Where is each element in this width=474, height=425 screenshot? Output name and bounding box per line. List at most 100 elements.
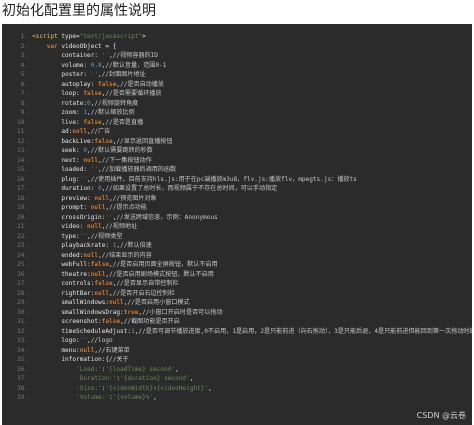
line-number: 14. — [16, 156, 28, 164]
code-line: 16. plug:'',//使用插件，目前支持hls.js:用于在pc端播放m3… — [2, 175, 472, 185]
code-line: 21. video: null,//视频地址 — [2, 222, 472, 232]
line-number: 20. — [16, 213, 28, 221]
page-title: 初始化配置里的属性说明 — [2, 3, 156, 19]
line-number: 19. — [16, 204, 28, 211]
line-number: 30. — [16, 308, 28, 316]
code-text: information:{//关于 — [32, 356, 129, 363]
code-text: poster: '',//封面图片地址 — [32, 71, 146, 78]
code-line: 9. zoom: 1,//默认缩放比例 — [2, 108, 472, 118]
code-text: container: '',//视频容器的ID — [32, 52, 158, 59]
line-number: 8. — [20, 99, 28, 107]
code-text: loaded: '',//加载播放器后调用的函数 — [32, 166, 177, 173]
line-number: 21. — [16, 223, 28, 230]
code-text: backLive:false,//显示返回直播按钮 — [32, 137, 173, 145]
code-text: prompt: null,//提示点功能 — [32, 204, 147, 211]
code-line: 7. loop: false,//是否需要循环播放 — [2, 89, 472, 99]
line-number: 18. — [16, 194, 28, 202]
line-number: 35. — [16, 356, 28, 363]
code-text: ad:null,//广告 — [32, 128, 111, 135]
code-line: 29. smallWindows:null,//是否启用小窗口模式 — [2, 298, 472, 308]
code-text: plug:'',//使用插件，目前支持hls.js:用于在pc端播放m3u8，f… — [32, 175, 357, 183]
line-number: 3. — [20, 52, 28, 59]
code-line: 19. prompt: null,//提示点功能 — [2, 203, 472, 213]
code-text: next: null,//下一集按钮动作 — [32, 156, 152, 164]
code-text: 'Volume:':'{volume}%', — [76, 394, 157, 401]
line-number: 13. — [16, 147, 28, 154]
line-number: 17. — [16, 185, 28, 192]
code-line: 27. controls:false,//是否显示自带控制栏 — [2, 279, 472, 289]
code-text: menu:null,//右键菜单 — [32, 346, 130, 354]
line-number: 31. — [16, 318, 28, 325]
line-number: 10. — [16, 118, 28, 126]
line-number: 34. — [16, 346, 28, 354]
line-number: 12. — [16, 137, 28, 145]
code-text: rightBar:null,//是否开启右边控制栏 — [32, 289, 175, 297]
code-line: 30. smallWindowsDrag:true,//小窗口开启时是否可以拖动 — [2, 308, 472, 318]
line-number: 29. — [16, 299, 28, 306]
code-text: rotate:0,//视频旋转角度 — [32, 99, 139, 107]
line-number: 16. — [16, 175, 28, 183]
line-number: 28. — [16, 289, 28, 297]
code-text: ended:null,//结束显示的内容 — [32, 251, 152, 259]
code-line: 6. autoplay: false,//是否自动播放 — [2, 80, 472, 90]
code-line: 26. theatre:null,//是否启用剧场模式按钮，默认不启用 — [2, 270, 472, 280]
line-number: 38. — [16, 384, 28, 392]
code-text: webFull:false,//是否启用页面全屏按钮，默认不启用 — [32, 261, 218, 268]
code-line: 4. volume: 0.8,//默认音量，范围0-1 — [2, 61, 472, 71]
code-text: live: false,//是否是直播 — [32, 118, 144, 126]
line-number: 2. — [20, 42, 28, 50]
line-number: 15. — [16, 166, 28, 173]
line-number: 11. — [16, 128, 28, 135]
line-number: 1. — [20, 33, 28, 40]
code-line: 35. information:{//关于 — [2, 355, 472, 365]
code-line: 37. 'Duration:':'{duration} second', — [2, 374, 472, 384]
code-text: 'Size:':'{videoWidth}x{videoHeight}', — [76, 384, 212, 392]
code-line: 22. type:'',//视频类型 — [2, 232, 472, 242]
code-line: 8. rotate:0,//视频旋转角度 — [2, 99, 472, 109]
code-line: 11. ad:null,//广告 — [2, 127, 472, 137]
code-text: 'Duration:':'{duration} second', — [76, 375, 194, 382]
code-text: duration: 0,//如果设置了总时长，而视频属于不存在总时间，可以手动指… — [32, 185, 278, 192]
line-number: 32. — [16, 327, 28, 335]
code-block: 1. <script type="text/javascript"> 2. var … — [2, 24, 472, 425]
code-line: 39. 'Volume:':'{volume}%', — [2, 393, 472, 403]
watermark: CSDN @云卷 — [416, 411, 466, 420]
code-line: 38. 'Size:':'{videoWidth}x{videoHeight}'… — [2, 384, 472, 394]
code-text: autoplay: false,//是否自动播放 — [32, 80, 164, 88]
code-line: 28. rightBar:null,//是否开启右边控制栏 — [2, 289, 472, 299]
line-number: 25. — [16, 261, 28, 268]
code-text: smallWindowsDrag:true,//小窗口开启时是否可以拖动 — [32, 308, 223, 316]
line-number: 39. — [16, 394, 28, 401]
code-line: 33. logo:'',//logo — [2, 336, 472, 346]
line-number: 27. — [16, 280, 28, 287]
code-line: 24. ended:null,//结束显示的内容 — [2, 251, 472, 261]
line-number: 23. — [16, 242, 28, 249]
code-line: 1. <script type="text/javascript"> — [2, 32, 472, 42]
code-text: smallWindows:null,//是否启用小窗口模式 — [32, 299, 190, 306]
line-number: 26. — [16, 270, 28, 278]
code-line: 23. playbackrate: 1,//默认倍速 — [2, 241, 472, 251]
code-text: type:'',//视频类型 — [32, 232, 123, 240]
code-line: 14. next: null,//下一集按钮动作 — [2, 156, 472, 166]
code-line: 13. seek: 0,//默认需要跳转的秒数 — [2, 146, 472, 156]
code-line: 25. webFull:false,//是否启用页面全屏按钮，默认不启用 — [2, 260, 472, 270]
line-number: 4. — [20, 61, 28, 69]
code-text: 'Load:':'{loadTime} second', — [76, 365, 179, 373]
line-number: 24. — [16, 251, 28, 259]
code-line: 15. loaded: '',//加载播放器后调用的函数 — [2, 165, 472, 175]
line-number: 6. — [20, 80, 28, 88]
code-line: 32. timeScheduleAdjust:1,//是否可调节播放进度,0不启… — [2, 327, 472, 337]
code-text: zoom: 1,//默认缩放比例 — [32, 109, 135, 116]
line-number: 9. — [20, 109, 28, 116]
code-text: <script type="text/javascript"> — [32, 33, 146, 40]
line-number: 36. — [16, 365, 28, 373]
code-text: loop: false,//是否需要循环播放 — [32, 90, 162, 97]
code-text: controls:false,//是否显示自带控制栏 — [32, 280, 179, 287]
code-line: 17. duration: 0,//如果设置了总时长，而视频属于不存在总时间，可… — [2, 184, 472, 194]
line-number: 7. — [20, 90, 28, 97]
code-lines: 1. <script type="text/javascript"> 2. var … — [2, 32, 472, 403]
code-line: 12. backLive:false,//显示返回直播按钮 — [2, 137, 472, 147]
code-text: theatre:null,//是否启用剧场模式按钮，默认不启用 — [32, 270, 214, 278]
code-text: seek: 0,//默认需要跳转的秒数 — [32, 147, 153, 154]
code-text: logo:'',//logo — [32, 337, 113, 344]
